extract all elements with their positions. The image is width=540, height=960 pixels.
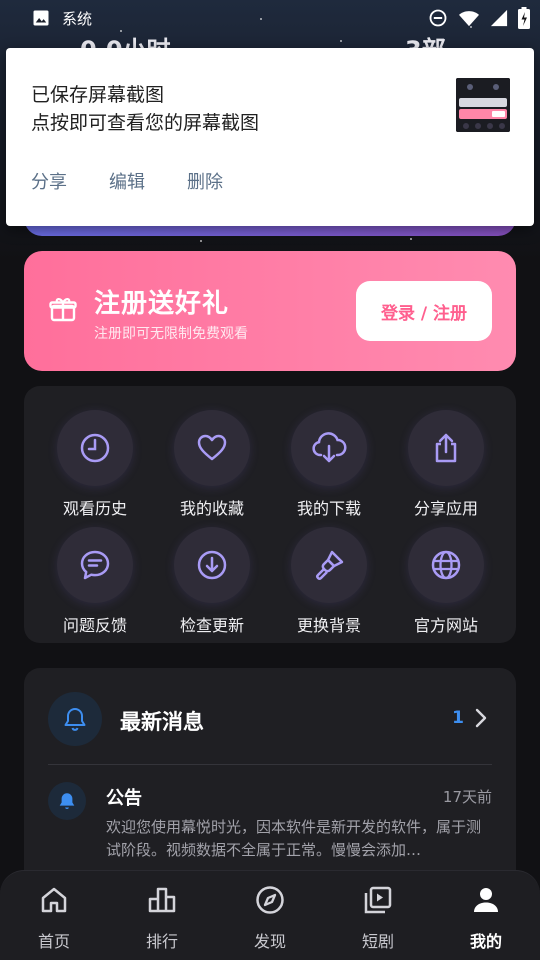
- register-card: 注册送好礼 注册即可无限制免费观看 登录 / 注册: [24, 251, 516, 371]
- register-title: 注册送好礼: [94, 289, 230, 319]
- image-icon: [33, 10, 49, 26]
- divider: [48, 764, 492, 765]
- home-icon: [41, 887, 67, 913]
- nav-label: 排行: [145, 932, 178, 951]
- grid-label: 观看历史: [62, 499, 127, 518]
- grid-label: 官方网站: [413, 616, 478, 635]
- nav-item-mine[interactable]: 我的: [441, 885, 531, 952]
- heart-icon: [197, 434, 227, 461]
- delete-action[interactable]: 删除: [187, 168, 223, 194]
- cloud-download-icon: [312, 432, 347, 463]
- brush-icon: [316, 550, 344, 580]
- do-not-disturb-icon: [429, 9, 447, 27]
- nav-item-ranking[interactable]: 排行: [117, 885, 207, 952]
- download-circle-icon: [197, 550, 227, 580]
- grid-item-check-update[interactable]: 检查更新: [157, 527, 267, 636]
- announcement-time: 17天前: [442, 788, 492, 806]
- grid-item-share-app[interactable]: 分享应用: [391, 410, 501, 519]
- announcement-body[interactable]: 欢迎您使用幕悦时光，因本软件是新开发的软件，属于测试阶段。视频数据不全属于正常。…: [106, 816, 492, 862]
- share-action[interactable]: 分享: [31, 168, 67, 194]
- screenshot-notification[interactable]: 已保存屏幕截图 点按即可查看您的屏幕截图 分享 编辑 删除: [6, 48, 534, 226]
- nav-label: 发现: [253, 932, 286, 951]
- user-icon: [474, 888, 498, 912]
- globe-icon: [431, 550, 461, 580]
- bottom-nav: 首页 排行 发现 短剧 我的: [0, 870, 540, 960]
- news-card: 最新消息 1 公告 17天前 欢迎您使用幕悦时光，因本软件是新开发的软件，属于测…: [24, 668, 516, 888]
- grid-label: 分享应用: [413, 499, 478, 518]
- signal-icon: [490, 9, 508, 27]
- grid-item-change-background[interactable]: 更换背景: [274, 527, 384, 636]
- bell-outline-icon: [64, 708, 86, 731]
- wifi-icon: [459, 11, 479, 27]
- status-label: 系统: [62, 10, 93, 28]
- grid-label: 我的收藏: [179, 499, 244, 518]
- announcement-title[interactable]: 公告: [106, 784, 142, 810]
- battery-icon: [518, 7, 530, 29]
- compass-icon: [256, 886, 284, 914]
- edit-action[interactable]: 编辑: [109, 168, 145, 194]
- screenshot-thumbnail[interactable]: [456, 78, 510, 132]
- grid-item-favorites[interactable]: 我的收藏: [157, 410, 267, 519]
- notification-subtitle: 点按即可查看您的屏幕截图: [31, 112, 260, 134]
- gift-icon: [49, 298, 77, 322]
- news-title: 最新消息: [120, 710, 204, 734]
- status-bar: 系统: [0, 0, 540, 36]
- register-subtitle: 注册即可无限制免费观看: [94, 326, 248, 342]
- nav-label: 我的: [469, 932, 502, 951]
- nav-label: 首页: [37, 932, 70, 951]
- grid-label: 更换背景: [296, 616, 361, 635]
- share-icon: [435, 433, 457, 463]
- grid-label: 问题反馈: [62, 616, 127, 635]
- nav-label: 短剧: [361, 932, 394, 951]
- clock-icon: [80, 433, 110, 463]
- news-count-badge[interactable]: 1: [452, 708, 464, 728]
- video-library-icon: [364, 886, 392, 914]
- grid-item-downloads[interactable]: 我的下载: [274, 410, 384, 519]
- grid-label: 我的下载: [296, 499, 361, 518]
- nav-item-discover[interactable]: 发现: [225, 885, 315, 952]
- nav-item-home[interactable]: 首页: [9, 885, 99, 952]
- login-register-button[interactable]: 登录 / 注册: [356, 281, 492, 341]
- bell-icon: [59, 793, 75, 809]
- chevron-right-icon[interactable]: [472, 708, 490, 728]
- nav-item-short-drama[interactable]: 短剧: [333, 885, 423, 952]
- grid-item-official-site[interactable]: 官方网站: [391, 527, 501, 636]
- grid-label: 检查更新: [179, 616, 244, 635]
- grid-item-watch-history[interactable]: 观看历史: [40, 410, 150, 519]
- notification-title: 已保存屏幕截图: [31, 84, 165, 106]
- ranking-icon: [148, 887, 176, 913]
- news-bell-button: [48, 692, 102, 746]
- grid-item-feedback[interactable]: 问题反馈: [40, 527, 150, 636]
- function-grid: 观看历史 我的收藏 我的下载 分享应用 问题反馈 检查更新 更换背景 官方网站: [24, 386, 516, 643]
- chat-icon: [80, 550, 110, 580]
